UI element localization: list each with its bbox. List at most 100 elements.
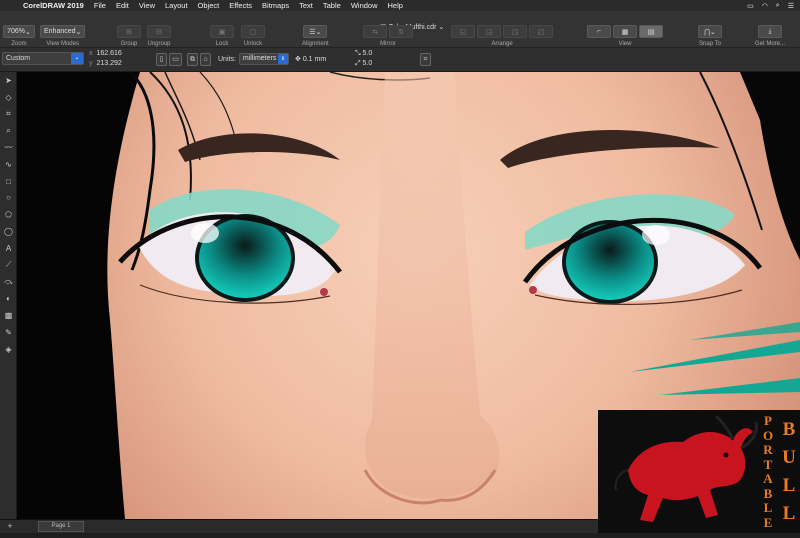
dimension-tool-icon[interactable]: ⟋ xyxy=(0,257,17,274)
watermark-letter: B xyxy=(763,485,773,501)
unlock-icon: ▢ xyxy=(249,28,257,36)
view-guides-button[interactable]: ▤ xyxy=(639,25,663,38)
menu-window[interactable]: Window xyxy=(346,1,383,10)
menu-view[interactable]: View xyxy=(134,1,160,10)
wifi-icon[interactable]: ◠ xyxy=(762,2,768,10)
watermark-letter: A xyxy=(763,471,773,486)
connector-tool-icon[interactable]: ⤼ xyxy=(0,274,17,291)
lock-icon: ▣ xyxy=(218,28,226,36)
transparency-tool-icon[interactable]: ▩ xyxy=(0,307,17,324)
zoom-tool-icon[interactable]: ⌕ xyxy=(0,122,17,139)
lock-group: ▣ Lock xyxy=(210,25,234,47)
fill-tool-icon[interactable]: ◈ xyxy=(0,341,17,358)
y-icon: y xyxy=(89,60,93,67)
menu-help[interactable]: Help xyxy=(383,1,408,10)
unlock-button[interactable]: ▢ xyxy=(241,25,265,38)
zoom-select[interactable]: 706% ⌄ xyxy=(3,25,35,38)
pick-tool-icon[interactable]: ➤ xyxy=(0,72,17,89)
search-icon[interactable]: ⌕ xyxy=(776,2,780,10)
menu-text[interactable]: Text xyxy=(294,1,318,10)
nudge-field[interactable]: ✥ 0.1 mm xyxy=(295,55,326,63)
snap-group: ⋂⌄ Snap To xyxy=(698,25,722,47)
mirror-group: ⇆ ⇅ Mirror xyxy=(363,25,413,47)
menu-bitmaps[interactable]: Bitmaps xyxy=(257,1,294,10)
view-mode-select[interactable]: Enhanced ⌄ xyxy=(40,25,86,38)
duplicate-x-field[interactable]: ⤡ 5.0 xyxy=(355,50,372,58)
alignment-group: ☰⌄ Alignment xyxy=(302,25,329,47)
airplay-icon[interactable]: ▭ xyxy=(747,2,754,10)
duplicate-y-field[interactable]: ⤢ 5.0 xyxy=(355,60,372,68)
forward-one-button[interactable]: ◳ xyxy=(503,25,527,38)
text-tool-icon[interactable]: A xyxy=(0,240,17,257)
mirror-vertical-button[interactable]: ⇅ xyxy=(389,25,413,38)
watermark-letter: U xyxy=(782,447,796,468)
duplicate-y-icon: ⤢ xyxy=(355,60,363,67)
view-rulers-button[interactable]: ⌐ xyxy=(587,25,611,38)
group-button[interactable]: ⊞ xyxy=(117,25,141,38)
lock-button[interactable]: ▣ xyxy=(210,25,234,38)
menu-file[interactable]: File xyxy=(89,1,111,10)
back-one-button[interactable]: ◰ xyxy=(529,25,553,38)
watermark-letter: O xyxy=(762,427,774,443)
menu-table[interactable]: Table xyxy=(318,1,346,10)
align-icon: ☰⌄ xyxy=(309,28,322,36)
units-select[interactable]: millimeters ⇕ xyxy=(238,53,289,65)
to-front-button[interactable]: ◱ xyxy=(451,25,475,38)
watermark-portable: PORTABLE xyxy=(762,413,774,530)
guides-icon: ▤ xyxy=(647,28,655,36)
alignment-button[interactable]: ☰⌄ xyxy=(303,25,328,38)
add-page-icon[interactable]: + xyxy=(3,521,17,532)
menu-effects[interactable]: Effects xyxy=(224,1,257,10)
menu-object[interactable]: Object xyxy=(193,1,225,10)
current-page-icon[interactable]: ⌂ xyxy=(200,53,211,66)
watermark-letter: L xyxy=(782,475,796,496)
get-more-group: ⤓ Get More... xyxy=(755,25,785,47)
landscape-icon[interactable]: ▭ xyxy=(169,53,182,66)
chevron-down-icon: ⇕ xyxy=(277,54,288,64)
polygon-tool-icon[interactable]: ⬠ xyxy=(0,206,17,223)
status-icons: ▭ ◠ ⌕ ☰ xyxy=(747,2,800,10)
freehand-tool-icon[interactable]: 〰 xyxy=(0,139,17,156)
chevron-down-icon: ⌄ xyxy=(71,53,83,64)
menu-edit[interactable]: Edit xyxy=(111,1,134,10)
ungroup-button[interactable]: ⊟ xyxy=(147,25,171,38)
download-icon: ⤓ xyxy=(768,27,772,35)
snap-to-button[interactable]: ⋂⌄ xyxy=(698,25,722,38)
duplicate-x-icon: ⤡ xyxy=(355,50,363,57)
to-back-icon: ◲ xyxy=(485,28,493,36)
all-pages-icon[interactable]: ⧉ xyxy=(187,53,198,66)
menu-app[interactable]: CorelDRAW 2019 xyxy=(18,1,89,10)
portrait-icon[interactable]: ▯ xyxy=(156,53,167,66)
units-control: Units: millimeters ⇕ xyxy=(218,53,289,65)
menu-layout[interactable]: Layout xyxy=(160,1,193,10)
forward-one-icon: ◳ xyxy=(511,28,519,36)
x-position-field[interactable]: x 162.616 xyxy=(89,50,122,57)
view-group: ⌐ ▦ ▤ View xyxy=(587,25,663,47)
get-more-button[interactable]: ⤓ xyxy=(758,25,782,38)
crop-tool-icon[interactable]: ⌗ xyxy=(0,106,17,123)
watermark-letter: L xyxy=(763,500,773,515)
ruler-icon: ⌐ xyxy=(596,28,602,35)
treat-as-filled-icon[interactable]: ⌗ xyxy=(420,53,431,66)
bull-logo-icon xyxy=(614,414,758,522)
ellipse-tool-icon[interactable]: ○ xyxy=(0,190,17,207)
magnet-icon: ⋂⌄ xyxy=(704,28,716,36)
back-one-icon: ◰ xyxy=(537,28,545,36)
y-position-field[interactable]: y 213.292 xyxy=(89,60,122,67)
rectangle-tool-icon[interactable]: □ xyxy=(0,173,17,190)
ungroup-icon: ⊟ xyxy=(156,28,162,36)
shape-tool-icon[interactable]: ◇ xyxy=(0,89,17,106)
view-grid-button[interactable]: ▦ xyxy=(613,25,637,38)
eyedropper-tool-icon[interactable]: ✎ xyxy=(0,324,17,341)
page-tab[interactable]: Page 1 xyxy=(38,521,84,532)
preset-select[interactable]: Custom ⌄ xyxy=(2,52,84,65)
mirror-horizontal-button[interactable]: ⇆ xyxy=(363,25,387,38)
artistic-media-icon[interactable]: ∿ xyxy=(0,156,17,173)
menu-list-icon[interactable]: ☰ xyxy=(788,2,794,10)
blend-tool-icon[interactable]: ◐ xyxy=(0,290,17,307)
to-back-button[interactable]: ◲ xyxy=(477,25,501,38)
menu-bar: CorelDRAW 2019 File Edit View Layout Obj… xyxy=(0,0,800,11)
mirror-v-icon: ⇅ xyxy=(398,28,404,36)
basic-shapes-icon[interactable]: ◯ xyxy=(0,223,17,240)
watermark-letter: T xyxy=(763,456,773,472)
